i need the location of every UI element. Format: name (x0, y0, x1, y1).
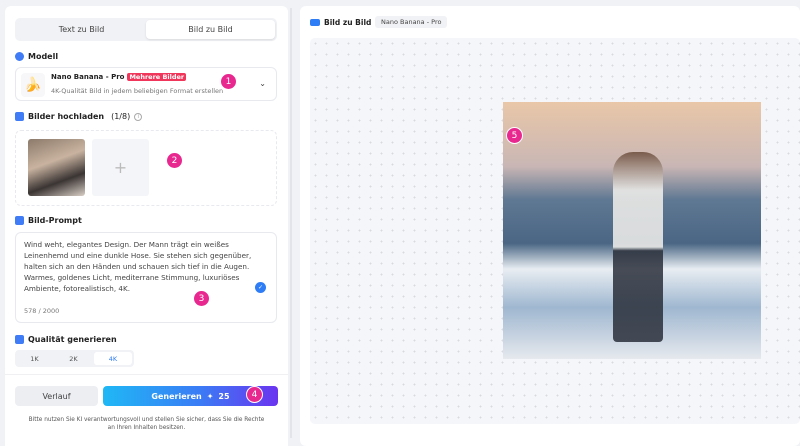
tab-image-to-image[interactable]: Bild zu Bild (146, 20, 275, 39)
upload-section-label: Bilder hochladen (1/8) i (15, 112, 143, 121)
quality-icon (15, 335, 24, 344)
model-label: Modell (28, 52, 59, 61)
prompt-counter: 578 / 2000 (24, 307, 60, 315)
image-icon (15, 112, 24, 121)
quality-option-1k[interactable]: 1K (15, 352, 54, 365)
result-panel: Bild zu Bild Nano Banana - Pro (300, 6, 800, 446)
panel-divider[interactable] (290, 8, 292, 438)
model-selector[interactable]: 🍌 Nano Banana - Pro Mehrere Bilder 4K-Qua… (15, 67, 277, 101)
quality-label: Qualität generieren (28, 335, 117, 344)
result-header: Bild zu Bild (310, 18, 371, 27)
model-description: 4K-Qualität Bild in jedem beliebigen For… (51, 87, 224, 95)
model-badge: Mehrere Bilder (127, 73, 187, 81)
check-icon[interactable]: ✓ (255, 282, 266, 293)
disclaimer-line: Bitte nutzen Sie KI verantwortungsvoll u… (28, 417, 265, 423)
disclaimer: Bitte nutzen Sie KI verantwortungsvoll u… (5, 416, 288, 432)
prompt-section-label: Bild-Prompt (15, 216, 82, 225)
couple-figure (613, 152, 663, 342)
edit-icon (15, 216, 24, 225)
mode-tabs: Text zu Bild Bild zu Bild (15, 18, 277, 41)
quality-selector: 1K 2K 4K (15, 350, 134, 367)
upload-count: (1/8) (111, 112, 131, 121)
model-chip: Nano Banana - Pro (375, 16, 448, 28)
tab-text-to-image[interactable]: Text zu Bild (17, 20, 146, 39)
generated-image[interactable] (503, 102, 761, 359)
upload-area[interactable]: + (15, 130, 277, 206)
marker-4: 4 (246, 386, 263, 403)
prompt-text[interactable]: Wind weht, elegantes Design. Der Mann tr… (24, 239, 264, 294)
generate-label: Generieren (151, 391, 202, 401)
quality-section-label: Qualität generieren (15, 335, 117, 344)
info-icon[interactable]: i (134, 112, 143, 121)
marker-3: 3 (193, 290, 210, 307)
prompt-textarea[interactable]: Wind weht, elegantes Design. Der Mann tr… (15, 232, 277, 323)
result-canvas (310, 38, 800, 424)
plus-icon[interactable]: + (92, 139, 149, 196)
model-section-label: Modell (15, 52, 58, 61)
prompt-label: Bild-Prompt (28, 216, 82, 225)
history-button[interactable]: Verlauf (15, 386, 98, 406)
settings-panel: Text zu Bild Bild zu Bild Modell 🍌 Nano … (5, 6, 288, 446)
upload-label: Bilder hochladen (28, 112, 105, 121)
banana-icon: 🍌 (21, 73, 45, 97)
result-title: Bild zu Bild (324, 18, 372, 27)
quality-option-4k[interactable]: 4K (94, 352, 132, 365)
disclaimer-line: an Ihren Inhalten besitzen. (107, 425, 186, 431)
sparkle-icon: ✦ (206, 391, 214, 401)
uploaded-image-thumbnail[interactable] (28, 139, 85, 196)
marker-2: 2 (166, 152, 183, 169)
model-icon (15, 52, 24, 61)
marker-1: 1 (220, 73, 237, 90)
model-name: Nano Banana - Pro (51, 73, 125, 81)
marker-5: 5 (506, 127, 523, 144)
chevron-down-icon[interactable]: ⌄ (259, 79, 266, 88)
quality-option-2k[interactable]: 2K (54, 352, 93, 365)
footer: Verlauf Generieren ✦ 25 Bitte nutzen Sie K… (5, 374, 288, 446)
credit-cost: 25 (218, 391, 230, 401)
video-icon (310, 19, 320, 26)
